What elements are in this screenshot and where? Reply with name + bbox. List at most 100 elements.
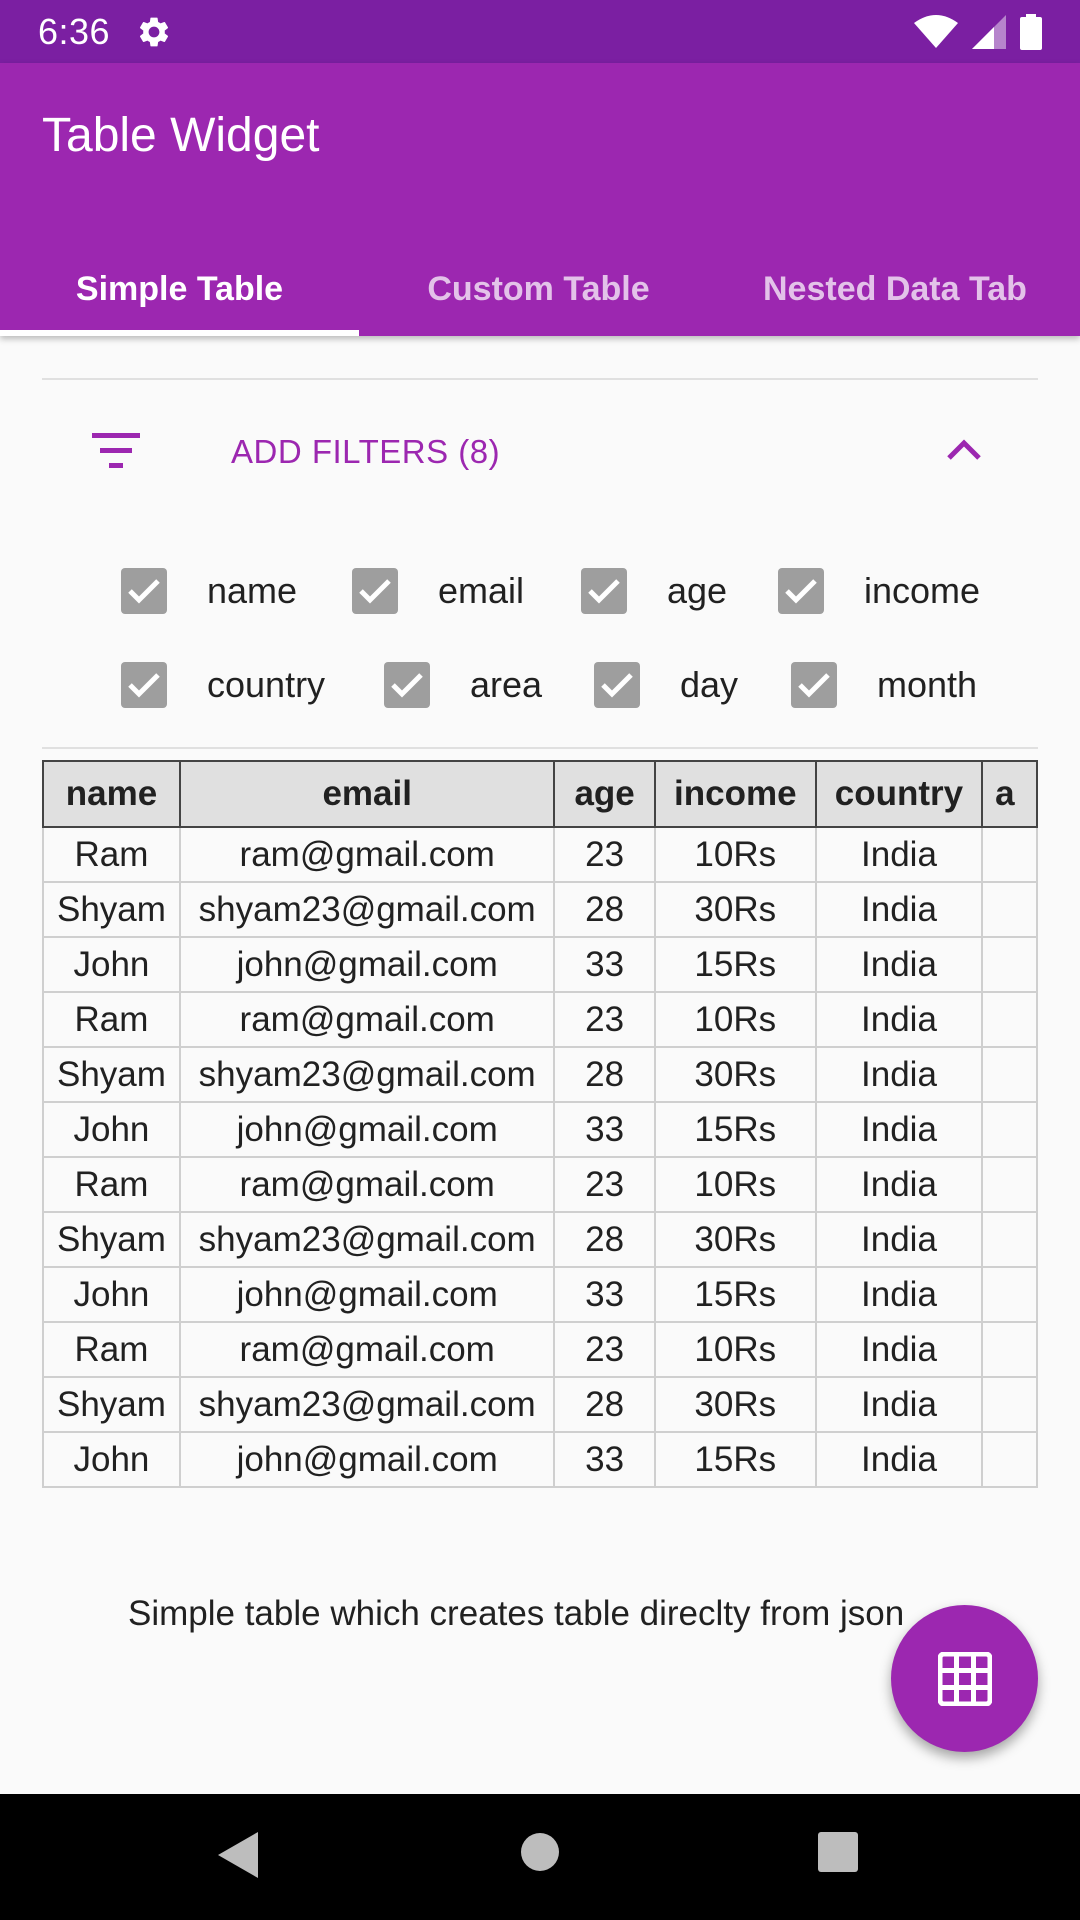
cell-name: John bbox=[42, 936, 181, 993]
status-bar: 6:36 bbox=[0, 0, 1080, 63]
cell-age: 28 bbox=[553, 1046, 656, 1103]
filter-checkbox-month[interactable]: month bbox=[791, 662, 977, 708]
tab-custom-table[interactable]: Custom Table bbox=[359, 243, 718, 336]
cell-email: john@gmail.com bbox=[178, 1431, 556, 1488]
check-icon bbox=[128, 579, 160, 604]
cell-area bbox=[981, 881, 1038, 938]
cell-income: 30Rs bbox=[653, 881, 817, 938]
cell-email: ram@gmail.com bbox=[178, 1156, 556, 1213]
cell-email: shyam23@gmail.com bbox=[178, 1376, 556, 1433]
cell-area bbox=[981, 1376, 1038, 1433]
checkbox-label: age bbox=[667, 570, 728, 611]
cell-area bbox=[981, 1431, 1038, 1488]
chevron-up-icon[interactable] bbox=[946, 437, 982, 461]
cell-country: India bbox=[814, 826, 984, 883]
checkbox[interactable] bbox=[778, 568, 824, 614]
filter-checkbox-country[interactable]: country bbox=[121, 662, 325, 708]
column-header-country: country bbox=[814, 760, 984, 828]
checkbox[interactable] bbox=[121, 662, 167, 708]
cell-area bbox=[981, 936, 1038, 993]
checkbox-label: income bbox=[864, 570, 981, 611]
cell-age: 28 bbox=[553, 1376, 656, 1433]
cell-age: 23 bbox=[553, 826, 656, 883]
check-icon bbox=[359, 579, 391, 604]
checkbox[interactable] bbox=[384, 662, 430, 708]
grid-fab-button[interactable] bbox=[891, 1605, 1038, 1752]
recents-icon[interactable] bbox=[818, 1832, 858, 1872]
checkbox-label: area bbox=[470, 664, 543, 705]
cell-name: Shyam bbox=[42, 1376, 181, 1433]
cell-name: Ram bbox=[42, 1156, 181, 1213]
table-row: Shyam shyam23@gmail.com 28 30Rs India bbox=[42, 1376, 1038, 1433]
check-icon bbox=[785, 579, 817, 604]
checkbox[interactable] bbox=[594, 662, 640, 708]
add-filters-label: ADD FILTERS (8) bbox=[231, 433, 501, 470]
filter-checkbox-name[interactable]: name bbox=[121, 568, 297, 614]
gear-icon bbox=[140, 17, 169, 46]
checkbox[interactable] bbox=[791, 662, 837, 708]
cell-income: 15Rs bbox=[653, 936, 817, 993]
tab-indicator bbox=[0, 330, 359, 336]
cell-country: India bbox=[814, 1431, 984, 1488]
checkbox[interactable] bbox=[581, 568, 627, 614]
cell-age: 33 bbox=[553, 1266, 656, 1323]
cell-income: 10Rs bbox=[653, 1321, 817, 1378]
cell-name: Ram bbox=[42, 826, 181, 883]
checkbox[interactable] bbox=[352, 568, 398, 614]
cell-email: john@gmail.com bbox=[178, 1101, 556, 1158]
cell-name: Ram bbox=[42, 991, 181, 1048]
cell-income: 30Rs bbox=[653, 1376, 817, 1433]
filter-checkbox-email[interactable]: email bbox=[352, 568, 524, 614]
cell-income: 10Rs bbox=[653, 826, 817, 883]
checkbox-label: email bbox=[438, 570, 525, 611]
column-header-name: name bbox=[42, 760, 181, 828]
cell-name: John bbox=[42, 1431, 181, 1488]
cell-name: Ram bbox=[42, 1321, 181, 1378]
cell-country: India bbox=[814, 991, 984, 1048]
cell-email: shyam23@gmail.com bbox=[178, 1046, 556, 1103]
cell-area bbox=[981, 1156, 1038, 1213]
check-icon bbox=[588, 579, 620, 604]
cell-income: 15Rs bbox=[653, 1431, 817, 1488]
cell-income: 15Rs bbox=[653, 1266, 817, 1323]
tab-simple-table[interactable]: Simple Table bbox=[0, 243, 359, 336]
filter-checkbox-area[interactable]: area bbox=[384, 662, 542, 708]
data-table-scroll[interactable]: name email age income country a Ram ram@g… bbox=[42, 760, 1038, 1490]
filter-header[interactable]: ADD FILTERS (8) bbox=[42, 405, 1038, 505]
checkbox-label: name bbox=[207, 570, 298, 611]
cell-name: John bbox=[42, 1266, 181, 1323]
cell-name: Shyam bbox=[42, 881, 181, 938]
cell-email: ram@gmail.com bbox=[178, 826, 556, 883]
cell-income: 10Rs bbox=[653, 991, 817, 1048]
back-icon[interactable] bbox=[218, 1832, 258, 1878]
table-row: John john@gmail.com 33 15Rs India bbox=[42, 1431, 1038, 1488]
battery-icon bbox=[1020, 13, 1042, 50]
app-title: Table Widget bbox=[42, 109, 320, 162]
filter-checkbox-age[interactable]: age bbox=[581, 568, 727, 614]
cell-age: 33 bbox=[553, 936, 656, 993]
cell-age: 33 bbox=[553, 1101, 656, 1158]
filter-checkbox-day[interactable]: day bbox=[594, 662, 738, 708]
home-icon[interactable] bbox=[520, 1832, 560, 1872]
table-row: Shyam shyam23@gmail.com 28 30Rs India bbox=[42, 881, 1038, 938]
checkbox[interactable] bbox=[121, 568, 167, 614]
table-row: Ram ram@gmail.com 23 10Rs India bbox=[42, 1156, 1038, 1213]
table-header-row: name email age income country a bbox=[42, 760, 1038, 828]
cell-income: 15Rs bbox=[653, 1101, 817, 1158]
cell-name: Shyam bbox=[42, 1046, 181, 1103]
filter-checkbox-income[interactable]: income bbox=[778, 568, 980, 614]
table-row: Ram ram@gmail.com 23 10Rs India bbox=[42, 1321, 1038, 1378]
tab-nested-data-table[interactable]: Nested Data Tab bbox=[718, 243, 1080, 336]
cell-name: Shyam bbox=[42, 1211, 181, 1268]
column-header-income: income bbox=[653, 760, 817, 828]
data-table: name email age income country a Ram ram@g… bbox=[42, 760, 1038, 1488]
cell-area bbox=[981, 1101, 1038, 1158]
table-row: Ram ram@gmail.com 23 10Rs India bbox=[42, 991, 1038, 1048]
column-header-email: email bbox=[178, 760, 556, 828]
signal-icon bbox=[972, 14, 1006, 49]
cell-age: 23 bbox=[553, 991, 656, 1048]
cell-country: India bbox=[814, 1101, 984, 1158]
table-row: Ram ram@gmail.com 23 10Rs India bbox=[42, 826, 1038, 883]
grid-icon bbox=[937, 1651, 992, 1706]
table-body: Ram ram@gmail.com 23 10Rs India Shyam shyam23@… bbox=[42, 826, 1038, 1488]
